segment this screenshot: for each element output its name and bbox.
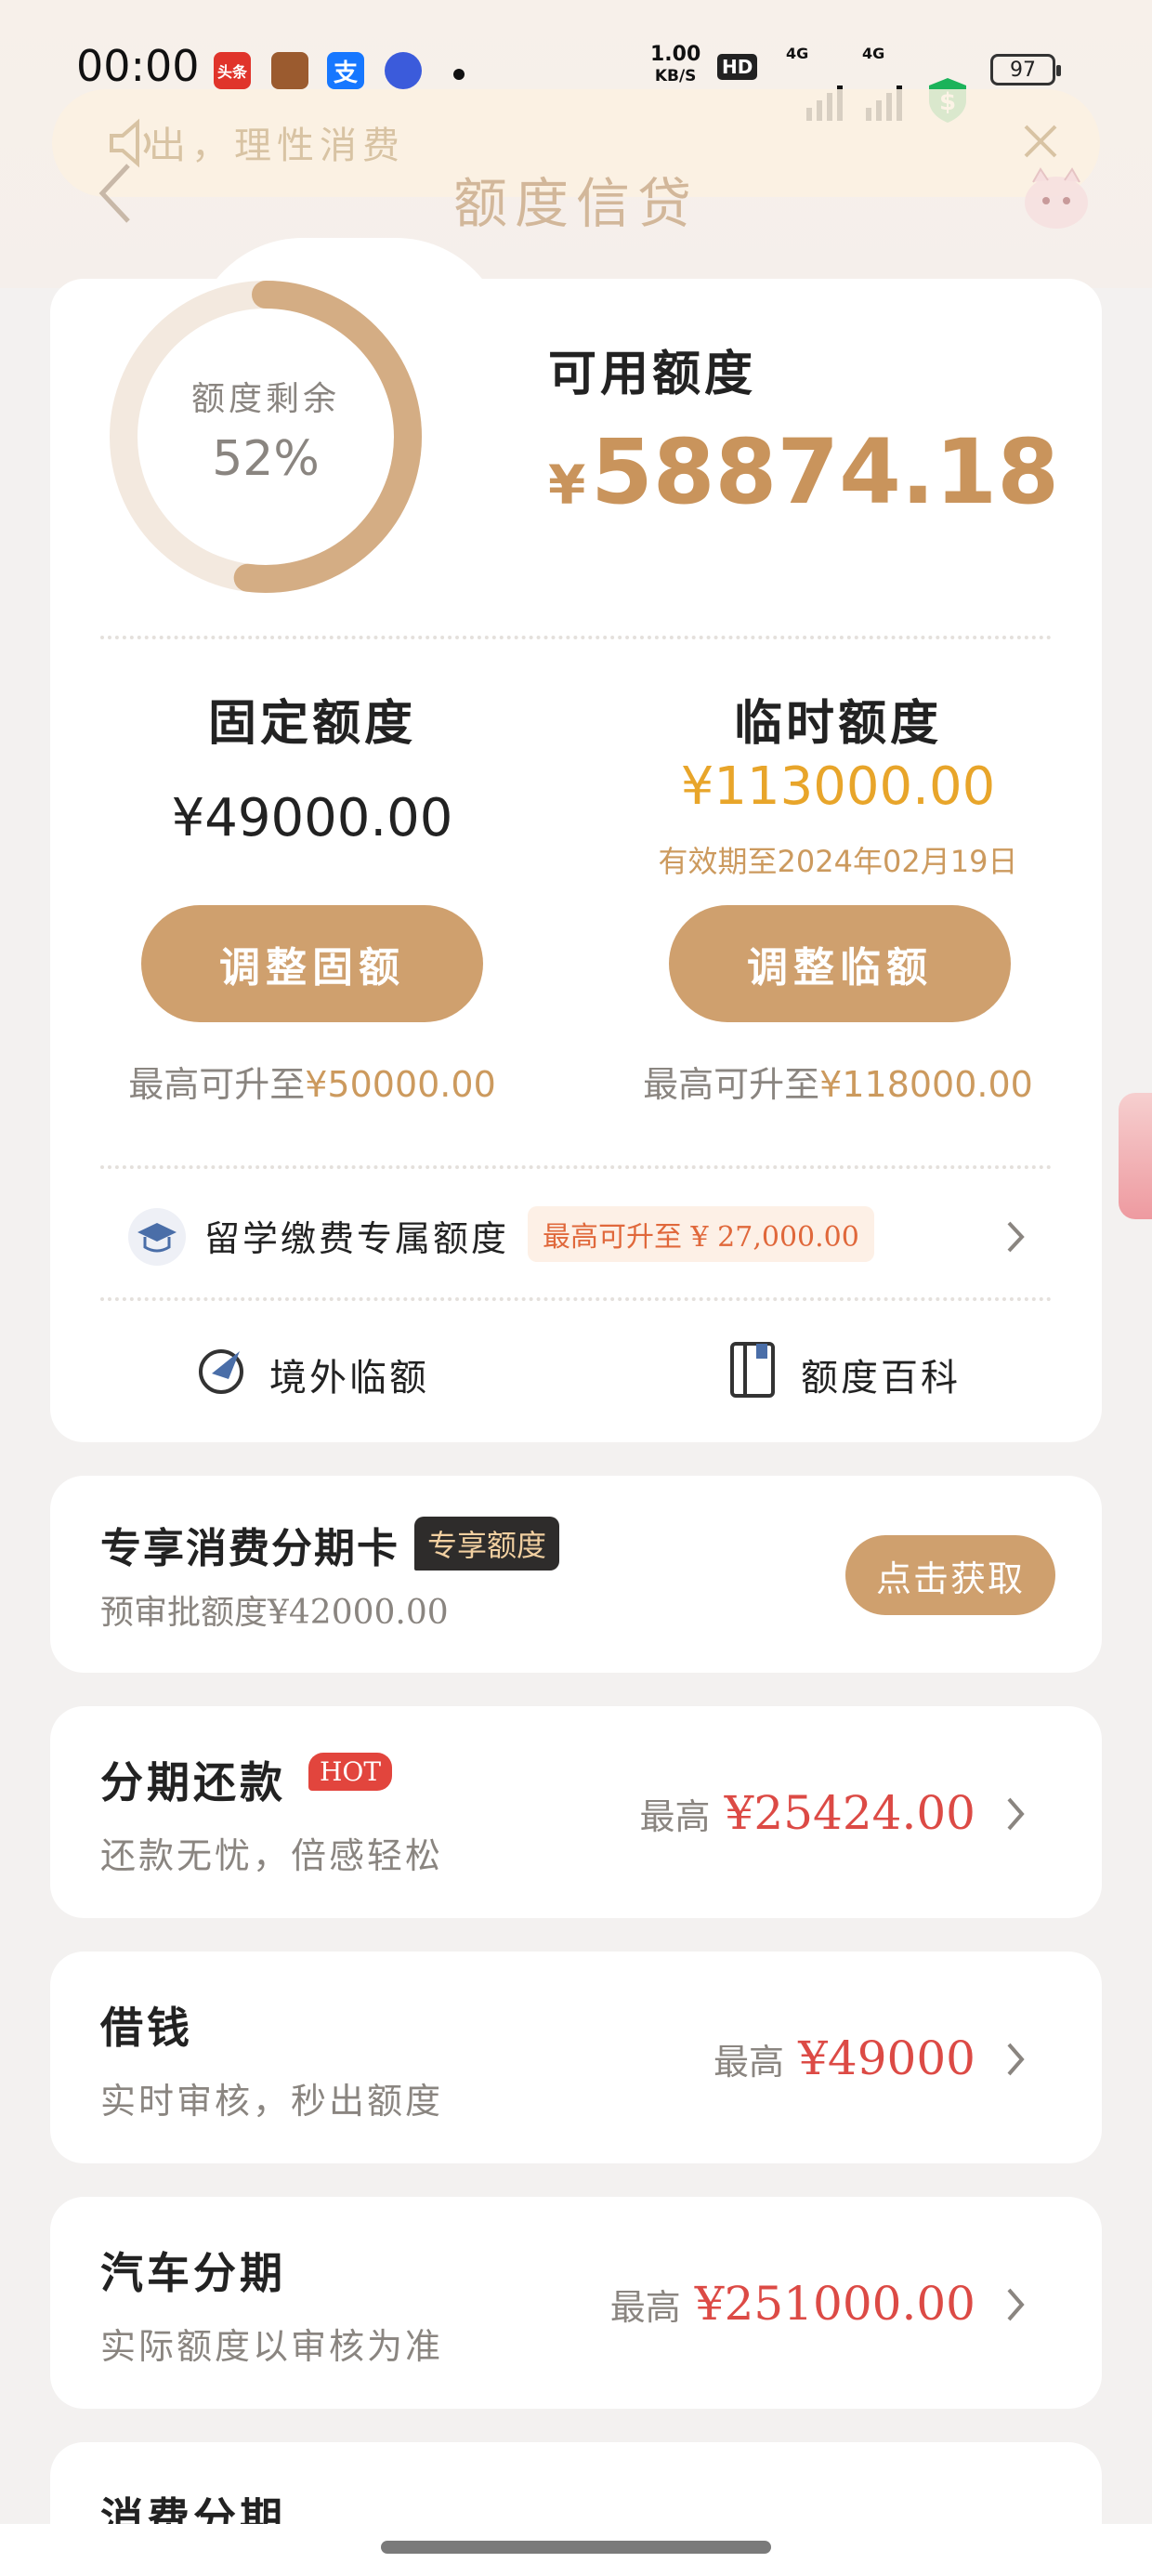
network-speed-value: 1.00 bbox=[650, 43, 701, 66]
temp-amount: ¥113000.00 bbox=[680, 756, 996, 817]
book-icon bbox=[730, 1342, 775, 1398]
amount-prefix: 最高 bbox=[639, 1796, 711, 1837]
installment-subtitle: 预审批额度¥42000.00 bbox=[100, 1594, 449, 1632]
amount-value: ¥25424.00 bbox=[724, 1786, 975, 1840]
temp-max: 最高可升至¥118000.00 bbox=[613, 1056, 1063, 1107]
temp-title: 临时额度 bbox=[733, 695, 942, 752]
notification-dot bbox=[453, 69, 465, 80]
close-icon[interactable] bbox=[1020, 121, 1061, 162]
product-title: 分期还款 bbox=[100, 1757, 286, 1807]
network-speed: 1.00 KB/S bbox=[650, 45, 700, 86]
hot-badge: HOT bbox=[308, 1753, 393, 1791]
temp-max-label: 最高可升至 bbox=[643, 1064, 820, 1105]
side-floating-tab[interactable] bbox=[1119, 1093, 1152, 1219]
fixed-max: 最高可升至¥50000.00 bbox=[93, 1056, 531, 1107]
network-speed-unit: KB/S bbox=[654, 67, 697, 85]
status-time: 00:00 bbox=[76, 41, 200, 91]
installment-tag: 专享额度 bbox=[414, 1517, 560, 1571]
chevron-right-icon bbox=[1007, 1221, 1025, 1253]
home-indicator[interactable] bbox=[381, 2541, 771, 2554]
study-quota-row[interactable]: 留学缴费专属额度 最高可升至 ¥ 27,000.00 bbox=[93, 1199, 1059, 1279]
product-subtitle: 实际额度以审核为准 bbox=[100, 2326, 444, 2367]
currency-symbol: ¥ bbox=[548, 453, 586, 517]
product-subtitle: 还款无忧，倍感轻松 bbox=[100, 1835, 444, 1876]
ring-percent: 52% bbox=[212, 431, 320, 487]
chevron-right-icon bbox=[1007, 1797, 1025, 1831]
fixed-title: 固定额度 bbox=[207, 695, 416, 752]
tieba-app-icon bbox=[385, 52, 422, 89]
signal-2-label: 4G bbox=[862, 45, 885, 62]
adjust-temp-button[interactable]: 调整临额 bbox=[669, 905, 1011, 1022]
installment-title: 专享消费分期卡 bbox=[100, 1525, 399, 1572]
divider bbox=[100, 636, 1052, 639]
get-installment-button[interactable]: 点击获取 bbox=[845, 1535, 1055, 1615]
plane-globe-icon bbox=[199, 1349, 243, 1394]
ring-label: 额度剩余 bbox=[190, 380, 340, 418]
hd-indicator: HD bbox=[717, 54, 758, 80]
product-title: 汽车分期 bbox=[100, 2248, 286, 2298]
mascot-icon[interactable] bbox=[1016, 160, 1096, 234]
alipay-app-icon: 支 bbox=[327, 52, 364, 89]
overseas-temp-link[interactable]: 境外临额 bbox=[195, 1338, 437, 1403]
available-amount: ¥ 58874.18 bbox=[548, 420, 1059, 524]
adjust-fixed-button[interactable]: 调整固额 bbox=[141, 905, 483, 1022]
fixed-amount: ¥49000.00 bbox=[171, 788, 453, 848]
divider bbox=[100, 1165, 1052, 1169]
product-amount: 最高 ¥25424.00 bbox=[640, 1786, 976, 1840]
product-amount: 最高 ¥251000.00 bbox=[610, 2277, 975, 2331]
divider bbox=[100, 1297, 1052, 1301]
quota-wiki-link[interactable]: 额度百科 bbox=[727, 1338, 968, 1403]
study-label: 留学缴费专属额度 bbox=[204, 1218, 510, 1259]
amount-prefix: 最高 bbox=[609, 2287, 681, 2328]
page-title: 额度信贷 bbox=[452, 172, 699, 235]
graduation-cap-icon bbox=[128, 1208, 186, 1266]
fixed-max-amount: ¥50000.00 bbox=[305, 1064, 496, 1105]
study-badge: 最高可升至 ¥ 27,000.00 bbox=[528, 1206, 874, 1262]
signal-1-label: 4G bbox=[786, 45, 809, 62]
product-amount: 最高 ¥49000 bbox=[713, 2031, 975, 2085]
amount-value: ¥49000 bbox=[798, 2031, 975, 2085]
temp-max-amount: ¥118000.00 bbox=[819, 1064, 1033, 1105]
overseas-label: 境外临额 bbox=[269, 1357, 429, 1400]
wiki-label: 额度百科 bbox=[801, 1357, 961, 1400]
product-title: 借钱 bbox=[100, 2003, 193, 2053]
fixed-max-label: 最高可升至 bbox=[128, 1064, 306, 1105]
amount-prefix: 最高 bbox=[713, 2042, 785, 2083]
game-app-icon bbox=[271, 52, 308, 89]
battery-indicator: 97 bbox=[990, 54, 1061, 85]
toutiao-app-icon: 头条 bbox=[214, 52, 251, 89]
available-title: 可用额度 bbox=[548, 346, 757, 402]
temp-validity: 有效期至2024年02月19日 bbox=[658, 844, 1018, 879]
product-subtitle: 实时审核，秒出额度 bbox=[100, 2081, 444, 2122]
chevron-right-icon bbox=[1007, 2288, 1025, 2321]
available-amount-value: 58874.18 bbox=[590, 420, 1059, 524]
amount-value: ¥251000.00 bbox=[694, 2277, 975, 2331]
chevron-right-icon bbox=[1007, 2043, 1025, 2076]
